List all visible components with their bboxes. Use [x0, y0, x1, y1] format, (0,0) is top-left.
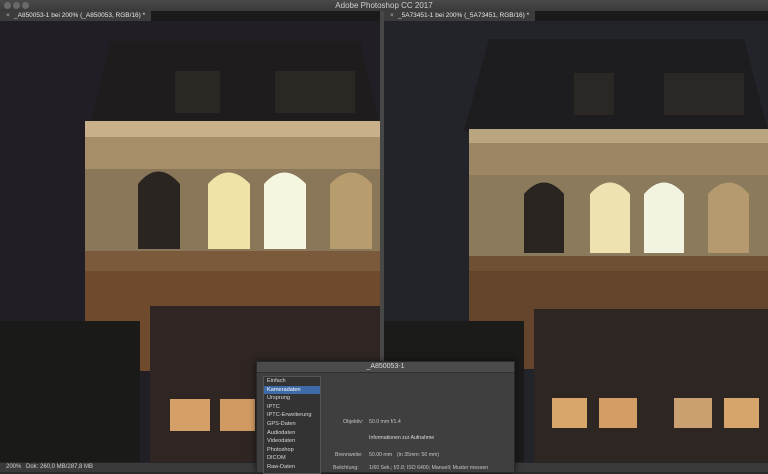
brennweite-label: Brennweite: — [335, 452, 363, 458]
objektiv-value: 50.0 mm f/1.4 — [369, 419, 401, 425]
document-tab-label: _5A73451-1 bei 200% (_5A73451, RGB/16) * — [398, 12, 530, 19]
sidebar-item-iptc[interactable]: IPTC — [264, 403, 320, 412]
objektiv-label: Objektiv: — [343, 419, 364, 425]
sidebar-item-gps-daten[interactable]: GPS-Daten — [264, 420, 320, 429]
document-tab-label: _A850053-1 bei 200% (_A850053, RGB/16) * — [14, 12, 146, 19]
belichtung-value: 1/60 Sek.; f/2.8; ISO 6400; Manuell; Mus… — [369, 465, 489, 471]
belichtung-label: Belichtung: — [333, 465, 359, 471]
dialog-sidebar: Einfach Kameradaten Ursprung IPTC IPTC-E… — [263, 376, 321, 474]
sidebar-item-audiodaten[interactable]: Audiodaten — [264, 429, 320, 438]
sidebar-item-einfach[interactable]: Einfach — [264, 377, 320, 386]
sidebar-item-iptc-erweiterung[interactable]: IPTC-Erweiterung — [264, 411, 320, 420]
tab-close-icon[interactable]: × — [6, 11, 14, 21]
sidebar-item-dicom[interactable]: DICOM — [264, 454, 320, 463]
dialog-title: _A850053-1 — [257, 362, 514, 373]
section-title: Informationen zur Aufnahme — [369, 435, 435, 441]
dialog-content: Objektiv: 50.0 mm f/1.4 Informationen zu… — [325, 376, 508, 472]
sidebar-item-raw-daten[interactable]: Raw-Daten — [264, 463, 320, 472]
sidebar-item-videodaten[interactable]: Videodaten — [264, 437, 320, 446]
sidebar-item-kameradaten[interactable]: Kameradaten — [264, 385, 320, 395]
sidebar-item-ursprung[interactable]: Ursprung — [264, 394, 320, 403]
sidebar-item-photoshop[interactable]: Photoshop — [264, 446, 320, 455]
brennweite-value: 50.00 mm — [369, 452, 393, 458]
brennweite-35mm: (in 35mm: 50 mm) — [397, 452, 440, 458]
app-title: Adobe Photoshop CC 2017 — [335, 1, 433, 10]
tab-close-icon[interactable]: × — [390, 11, 398, 21]
file-info-dialog: _A850053-1 Einfach Kameradaten Ursprung … — [256, 361, 515, 474]
